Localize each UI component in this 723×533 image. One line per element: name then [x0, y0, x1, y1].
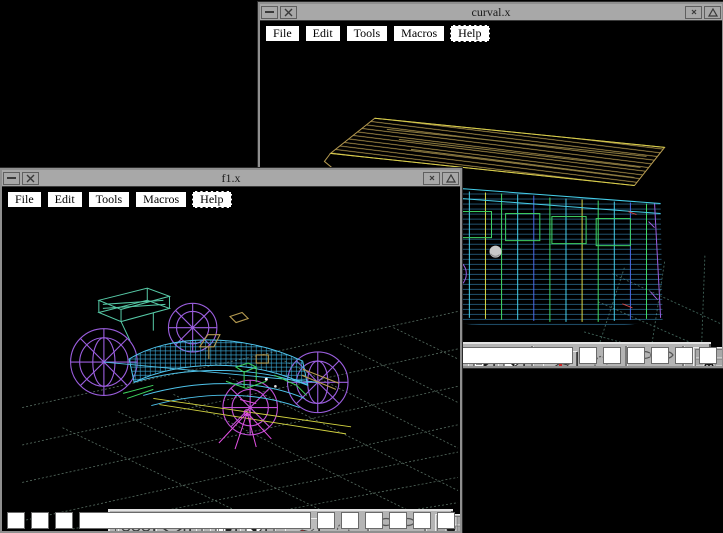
f1-wireframe — [2, 187, 460, 531]
menu-macros[interactable]: Macros — [393, 25, 445, 42]
window-maximize-button[interactable] — [442, 172, 459, 185]
strip-button[interactable] — [627, 347, 645, 364]
strip-button[interactable] — [365, 512, 383, 529]
f1-car-model — [71, 288, 351, 449]
status-bar — [79, 512, 311, 529]
window-maximize-button[interactable] — [704, 6, 721, 19]
titlebar[interactable]: f1.x — [2, 170, 460, 187]
strip-button[interactable] — [603, 347, 621, 364]
strip-button[interactable] — [651, 347, 669, 364]
small-x-icon — [428, 174, 436, 182]
window-close-button[interactable] — [280, 6, 297, 19]
menu-tools[interactable]: Tools — [346, 25, 389, 42]
titlebar[interactable]: curval.x — [260, 4, 722, 21]
menu-macros[interactable]: Macros — [135, 191, 187, 208]
strip-button[interactable] — [389, 512, 407, 529]
triangle-icon — [708, 8, 718, 17]
window-title: curval.x — [298, 5, 684, 20]
window-title: f1.x — [40, 171, 422, 186]
window-menu-button[interactable] — [3, 172, 20, 185]
strip-button[interactable] — [55, 512, 73, 529]
menu-tools[interactable]: Tools — [88, 191, 131, 208]
strip-button[interactable] — [7, 512, 25, 529]
window-menu-button[interactable] — [261, 6, 278, 19]
window-close-button[interactable] — [22, 172, 39, 185]
menu-help[interactable]: Help — [450, 25, 489, 42]
dash-icon — [265, 10, 274, 14]
dash-icon — [7, 176, 16, 180]
menu-file[interactable]: File — [7, 191, 42, 208]
strip-button[interactable] — [579, 347, 597, 364]
menu-edit[interactable]: Edit — [305, 25, 341, 42]
strip-button[interactable] — [437, 512, 455, 529]
strip-button[interactable] — [413, 512, 431, 529]
window-iconify-button[interactable] — [423, 172, 440, 185]
status-strip — [4, 512, 458, 529]
window-iconify-button[interactable] — [685, 6, 702, 19]
triangle-icon — [446, 174, 456, 183]
strip-button[interactable] — [31, 512, 49, 529]
cross-icon — [284, 8, 293, 17]
menubar: File Edit Tools Macros Help — [7, 191, 232, 208]
cross-icon — [26, 174, 35, 183]
menu-file[interactable]: File — [265, 25, 300, 42]
window-f1: f1.x — [0, 168, 462, 533]
strip-button[interactable] — [675, 347, 693, 364]
viewport-3d[interactable]: File Edit Tools Macros Help — [2, 187, 460, 531]
strip-button[interactable] — [317, 512, 335, 529]
menubar: File Edit Tools Macros Help — [265, 25, 490, 42]
small-x-icon — [690, 8, 698, 16]
desktop: { "menubar": { "items": ["File", "Edit",… — [0, 0, 723, 529]
menu-edit[interactable]: Edit — [47, 191, 83, 208]
strip-button[interactable] — [699, 347, 717, 364]
strip-button[interactable] — [341, 512, 359, 529]
menu-help[interactable]: Help — [192, 191, 231, 208]
